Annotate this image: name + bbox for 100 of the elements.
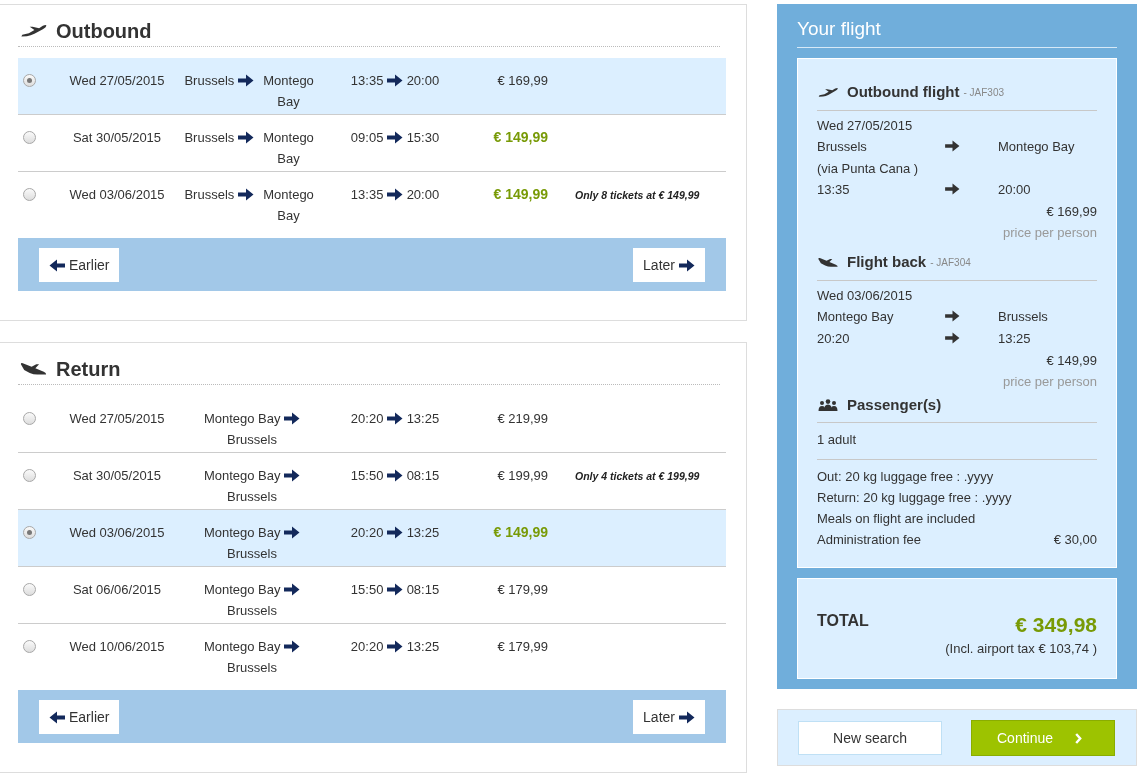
airplane-takeoff-icon	[20, 24, 47, 38]
radio-button[interactable]	[23, 412, 36, 425]
passengers-title: Passenger(s)	[847, 395, 942, 415]
flight-date: Wed 27/05/2015	[69, 73, 165, 88]
radio-button[interactable]	[23, 640, 36, 653]
flight-date: Sat 30/05/2015	[72, 468, 162, 483]
section-title: Outbound	[56, 19, 152, 44]
departure-city: Montego Bay	[203, 582, 281, 597]
new-search-button[interactable]: New search	[798, 721, 942, 755]
departure-city: Montego Bay	[203, 411, 281, 426]
flight-date: Wed 27/05/2015	[69, 411, 165, 426]
departure-time: 20:20	[350, 525, 384, 540]
flight-row[interactable]: Sat 06/06/2015 Montego Bay Brussels 15:50 08:15 € 179,99	[18, 567, 726, 624]
airplane-takeoff-icon	[818, 86, 838, 98]
arrival-time: 20:00	[406, 187, 440, 202]
later-button[interactable]: Later	[633, 700, 705, 734]
arrow-right-icon	[387, 469, 403, 482]
flight-row[interactable]: Wed 27/05/2015 Montego Bay Brussels 20:20 13:25 € 219,99	[18, 396, 726, 453]
arrival-time: 20:00	[998, 182, 1031, 197]
arrival-time: 13:25	[406, 411, 440, 426]
via-note: (via Punta Cana )	[817, 161, 919, 176]
departure-time: 13:35	[350, 73, 384, 88]
radio-button[interactable]	[23, 74, 36, 87]
arrival-time: 20:00	[406, 73, 440, 88]
departure-city: Montego Bay	[203, 639, 281, 654]
arrow-right-icon	[945, 310, 960, 322]
arrival-city: Montego Bay	[262, 129, 315, 168]
arrival-city: Brussels	[227, 488, 277, 506]
flight-date: Wed 03/06/2015	[69, 525, 165, 540]
availability-note: Only 4 tickets at € 199,99	[575, 470, 700, 482]
departure-time: 09:05	[350, 130, 384, 145]
later-button[interactable]: Later	[633, 248, 705, 282]
earlier-button[interactable]: Earlier	[39, 700, 120, 734]
flight-price: € 179,99	[497, 639, 548, 654]
destination-city: Montego Bay	[998, 139, 1075, 154]
flight-date: Sat 30/05/2015	[72, 130, 162, 145]
passenger-count: 1 adult	[817, 432, 857, 447]
summary-line: Meals on flight are included	[817, 510, 976, 528]
leg-title: Outbound flight	[847, 82, 960, 102]
departure-city: Brussels	[184, 130, 235, 145]
origin-city: Brussels	[817, 139, 867, 154]
radio-button[interactable]	[23, 469, 36, 482]
flight-row[interactable]: Wed 03/06/2015 Brussels Montego Bay 13:35 20:00 € 149,99 Only 8 tickets at € 149,99	[18, 172, 726, 228]
arrow-right-icon	[387, 131, 403, 144]
arrow-right-icon	[387, 188, 403, 201]
arrow-right-icon	[284, 640, 301, 653]
earlier-button[interactable]: Earlier	[39, 248, 120, 282]
arrow-right-icon	[284, 583, 301, 596]
arrow-right-icon	[945, 183, 960, 195]
departure-time: 13:35	[817, 182, 850, 197]
availability-note: Only 8 tickets at € 149,99	[575, 189, 700, 201]
arrow-right-icon	[679, 710, 695, 724]
arrow-right-icon	[387, 74, 403, 87]
summary-title: Your flight	[797, 18, 881, 39]
flight-price: € 149,99	[493, 129, 548, 145]
arrival-time: 13:25	[998, 331, 1031, 346]
total-amount: € 349,98	[1015, 612, 1097, 638]
destination-city: Brussels	[998, 309, 1048, 324]
price-note: price per person	[1003, 374, 1097, 389]
arrival-city: Brussels	[227, 431, 277, 449]
radio-button[interactable]	[23, 131, 36, 144]
flight-row[interactable]: Wed 27/05/2015 Brussels Montego Bay 13:35 20:00 € 169,99	[18, 58, 726, 115]
arrival-city: Brussels	[227, 602, 277, 620]
flight-code: - JAF303	[963, 86, 1005, 100]
arrow-right-icon	[387, 412, 403, 425]
arrow-right-icon	[387, 583, 403, 596]
arrival-time: 13:25	[406, 639, 440, 654]
price-note: price per person	[1003, 225, 1097, 240]
section-title: Return	[56, 357, 121, 382]
people-icon	[818, 399, 838, 411]
flight-row[interactable]: Wed 10/06/2015 Montego Bay Brussels 20:20 13:25 € 179,99	[18, 624, 726, 680]
arrival-city: Montego Bay	[262, 72, 315, 111]
arrival-time: 15:30	[406, 130, 440, 145]
summary-line: Out: 20 kg luggage free : .yyyy	[817, 468, 994, 486]
arrow-right-icon	[387, 640, 403, 653]
flight-date: Wed 03/06/2015	[69, 187, 165, 202]
flight-price: € 199,99	[497, 468, 548, 483]
airplane-landing-icon	[818, 256, 838, 268]
chevron-right-icon	[1075, 732, 1083, 744]
flight-price: € 149,99	[493, 186, 548, 202]
arrival-time: 08:15	[406, 582, 440, 597]
departure-time: 20:20	[350, 639, 384, 654]
radio-button[interactable]	[23, 526, 36, 539]
tax-note: (Incl. airport tax € 103,74 )	[945, 641, 1097, 656]
arrival-city: Brussels	[227, 659, 277, 677]
arrow-left-icon	[49, 258, 65, 272]
flight-price: € 149,99	[493, 524, 548, 540]
flight-price: € 169,99	[497, 73, 548, 88]
leg-date: Wed 03/06/2015	[817, 288, 913, 303]
departure-city: Brussels	[184, 73, 235, 88]
leg-title: Flight back	[847, 252, 927, 272]
flight-row[interactable]: Wed 03/06/2015 Montego Bay Brussels 20:20 13:25 € 149,99	[18, 510, 726, 567]
radio-button[interactable]	[23, 583, 36, 596]
leg-price: € 149,99	[1046, 353, 1097, 368]
radio-button[interactable]	[23, 188, 36, 201]
total-label: TOTAL	[817, 611, 869, 631]
leg-price: € 169,99	[1046, 204, 1097, 219]
arrow-right-icon	[387, 526, 403, 539]
flight-row[interactable]: Sat 30/05/2015 Brussels Montego Bay 09:05 15:30 € 149,99	[18, 115, 726, 172]
arrow-right-icon	[237, 131, 254, 144]
